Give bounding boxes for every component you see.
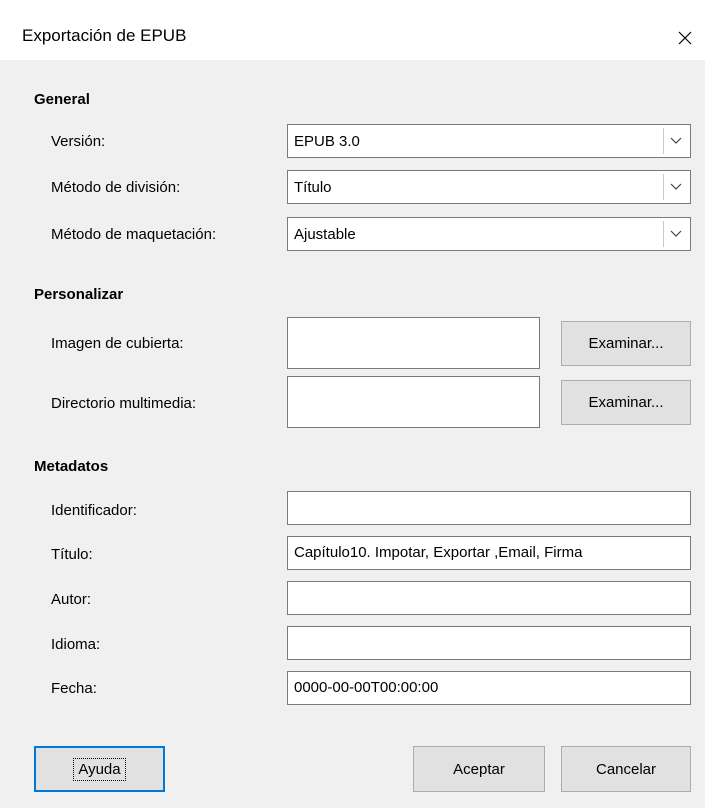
layout-method-label: Método de maquetación: [51,226,217,243]
metadata-heading: Metadatos [34,458,109,475]
identifier-field[interactable] [287,491,691,525]
version-value: EPUB 3.0 [294,133,360,150]
cancel-button[interactable]: Cancelar [561,746,691,792]
language-label: Idioma: [51,636,101,653]
browse-cover-button[interactable]: Examinar... [561,321,691,366]
split-method-select[interactable]: Título [287,170,691,204]
date-field[interactable]: 0000-00-00T00:00:00 [287,671,691,705]
title-field[interactable]: Capítulo10. Impotar, Exportar ,Email, Fi… [287,536,691,570]
title-value: Capítulo10. Impotar, Exportar ,Email, Fi… [294,544,583,561]
window-title: Exportación de EPUB [22,26,187,45]
date-label: Fecha: [51,680,97,697]
media-directory-label: Directorio multimedia: [51,395,197,412]
browse-media-button[interactable]: Examinar... [561,380,691,425]
general-heading: General [34,91,90,108]
version-label: Versión: [51,133,106,150]
language-field[interactable] [287,626,691,660]
title-bar: Exportación de EPUB [0,0,705,60]
layout-method-value: Ajustable [294,226,356,243]
title-label: Título: [51,546,93,563]
split-method-label: Método de división: [51,179,181,196]
author-label: Autor: [51,591,92,608]
layout-method-select[interactable]: Ajustable [287,217,691,251]
help-button[interactable]: Ayuda [34,746,165,792]
cover-image-label: Imagen de cubierta: [51,335,184,352]
chevron-down-icon[interactable] [663,174,688,200]
close-icon [678,31,692,45]
media-directory-field[interactable] [287,376,540,428]
chevron-down-icon[interactable] [663,128,688,154]
split-method-value: Título [294,179,332,196]
ok-button[interactable]: Aceptar [413,746,545,792]
author-field[interactable] [287,581,691,615]
version-select[interactable]: EPUB 3.0 [287,124,691,158]
chevron-down-icon[interactable] [663,221,688,247]
close-button[interactable] [665,20,705,56]
cover-image-field[interactable] [287,317,540,369]
identifier-label: Identificador: [51,502,137,519]
customize-heading: Personalizar [34,286,124,303]
date-value: 0000-00-00T00:00:00 [294,679,439,696]
